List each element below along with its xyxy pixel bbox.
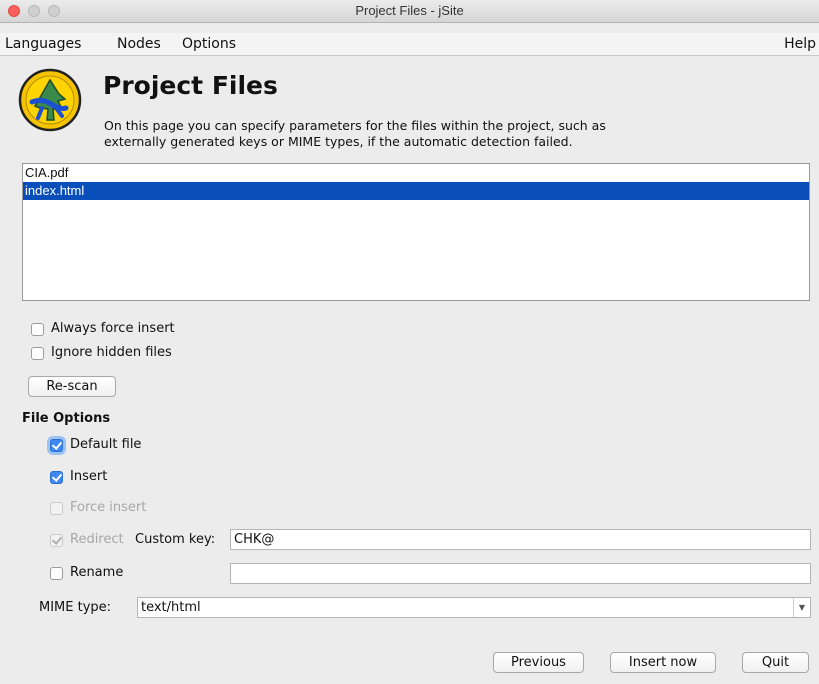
window-title: Project Files - jSite [355,3,464,18]
insert-label: Insert [70,469,108,484]
chevron-down-icon[interactable]: ▼ [793,598,810,617]
rename-checkbox[interactable] [50,567,63,580]
title-bar: Project Files - jSite [0,0,819,23]
menu-help[interactable]: Help [784,36,816,52]
mime-type-value: text/html [141,600,201,615]
mime-type-select[interactable]: text/html ▼ [137,597,811,618]
page-title: Project Files [103,71,278,100]
previous-button[interactable]: Previous [493,652,584,673]
rescan-button[interactable]: Re-scan [28,376,116,397]
description-line-1: On this page you can specify parameters … [104,118,606,133]
ignore-hidden-files-checkbox[interactable] [31,347,44,360]
redirect-checkbox[interactable] [50,534,63,547]
always-force-insert-label: Always force insert [51,321,175,336]
file-list-item-selected[interactable]: index.html [23,182,809,200]
file-list[interactable]: CIA.pdf index.html [22,163,810,301]
menu-nodes[interactable]: Nodes [117,36,161,52]
insert-checkbox[interactable] [50,471,63,484]
insert-now-button[interactable]: Insert now [610,652,716,673]
page-description: On this page you can specify parameters … [104,118,704,150]
rename-label: Rename [70,565,124,580]
rename-input[interactable] [230,563,811,584]
description-line-2: externally generated keys or MIME types,… [104,134,573,149]
redirect-label: Redirect [70,532,124,547]
ignore-hidden-files-label: Ignore hidden files [51,345,172,360]
quit-button[interactable]: Quit [742,652,809,673]
file-options-title: File Options [22,411,111,426]
force-insert-label: Force insert [70,500,147,515]
menu-bar: Languages Nodes Options Help [0,33,819,56]
always-force-insert-checkbox[interactable] [31,323,44,336]
menu-options[interactable]: Options [182,36,236,52]
menu-languages[interactable]: Languages [5,36,81,52]
jsite-logo-icon [18,68,82,132]
custom-key-input[interactable]: CHK@ [230,529,811,550]
custom-key-label: Custom key: [135,532,216,547]
file-list-item[interactable]: CIA.pdf [23,164,809,182]
mime-type-label: MIME type: [39,600,112,615]
force-insert-checkbox[interactable] [50,502,63,515]
default-file-checkbox[interactable] [50,439,63,452]
default-file-label: Default file [70,437,142,452]
